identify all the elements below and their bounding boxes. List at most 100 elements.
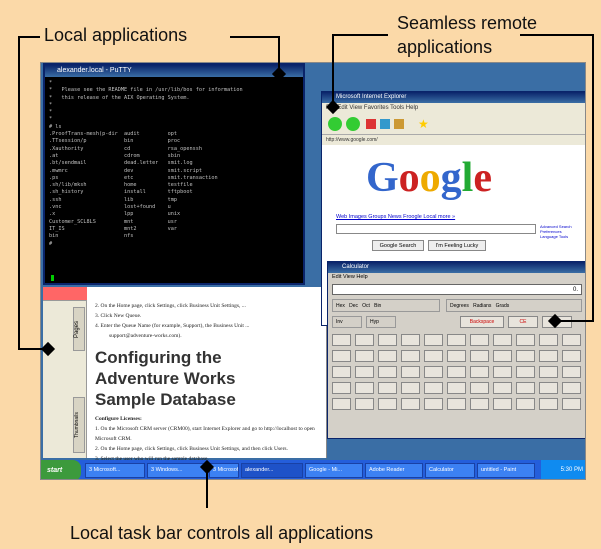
taskbar-item-2[interactable]: 3 Windows... xyxy=(147,463,207,478)
inv-checkbox[interactable]: Inv xyxy=(332,316,362,328)
taskbar-item-5[interactable]: Google - Mi... xyxy=(305,463,363,478)
calculator-key[interactable] xyxy=(447,382,466,394)
back-icon[interactable] xyxy=(328,117,342,131)
calculator-key[interactable] xyxy=(332,366,351,378)
calculator-key[interactable] xyxy=(516,398,535,410)
hyp-checkbox[interactable]: Hyp xyxy=(366,316,396,328)
taskbar-item-3[interactable]: 3 Microsoft... xyxy=(209,463,239,478)
calculator-key[interactable] xyxy=(378,366,397,378)
thumbnails-tab[interactable]: Thumbnails xyxy=(73,397,85,453)
calculator-key[interactable] xyxy=(332,334,351,346)
calculator-key[interactable] xyxy=(516,350,535,362)
calculator-key[interactable] xyxy=(424,334,443,346)
calculator-key[interactable] xyxy=(539,398,558,410)
calculator-key[interactable] xyxy=(332,350,351,362)
radix-oct[interactable]: Oct xyxy=(362,303,370,309)
calculator-key[interactable] xyxy=(562,398,581,410)
taskbar-item-1[interactable]: 3 Microsoft... xyxy=(85,463,145,478)
calculator-key[interactable] xyxy=(539,366,558,378)
putty-titlebar[interactable]: alexander.local - PuTTY xyxy=(45,65,303,77)
calculator-key[interactable] xyxy=(378,398,397,410)
calculator-key[interactable] xyxy=(516,382,535,394)
stop-icon[interactable] xyxy=(366,119,376,129)
calculator-key[interactable] xyxy=(562,366,581,378)
taskbar-item-6[interactable]: Adobe Reader xyxy=(365,463,423,478)
document-viewer-window: Pages Thumbnails 2. On the Home page, cl… xyxy=(43,287,327,462)
calculator-key[interactable] xyxy=(516,334,535,346)
calculator-key[interactable] xyxy=(470,382,489,394)
calculator-key[interactable] xyxy=(378,334,397,346)
calculator-key[interactable] xyxy=(493,398,512,410)
start-button[interactable]: start xyxy=(41,460,81,479)
calculator-key[interactable] xyxy=(562,382,581,394)
calculator-key[interactable] xyxy=(470,366,489,378)
home-icon[interactable] xyxy=(394,119,404,129)
calculator-key[interactable] xyxy=(332,382,351,394)
calculator-key[interactable] xyxy=(332,398,351,410)
radix-dec[interactable]: Dec xyxy=(349,303,358,309)
calculator-key[interactable] xyxy=(493,382,512,394)
calculator-key[interactable] xyxy=(401,382,420,394)
calculator-key[interactable] xyxy=(562,334,581,346)
calculator-key[interactable] xyxy=(470,350,489,362)
refresh-icon[interactable] xyxy=(380,119,390,129)
calculator-key[interactable] xyxy=(424,366,443,378)
calculator-key[interactable] xyxy=(355,366,374,378)
calculator-key[interactable] xyxy=(378,350,397,362)
logo-g2: g xyxy=(440,155,462,201)
taskbar-item-4[interactable]: alexander... xyxy=(241,463,303,478)
ie-address-bar[interactable]: http://www.google.com/ xyxy=(322,135,585,145)
calculator-key[interactable] xyxy=(424,382,443,394)
remote-applications-label-line2: applications xyxy=(397,37,493,57)
calculator-key[interactable] xyxy=(493,350,512,362)
radix-hex[interactable]: Hex xyxy=(336,303,345,309)
google-search-input[interactable] xyxy=(336,224,536,234)
backspace-button[interactable]: Backspace xyxy=(460,316,504,328)
feeling-lucky-button[interactable]: I'm Feeling Lucky xyxy=(428,240,486,251)
calculator-key[interactable] xyxy=(401,350,420,362)
language-tools-link[interactable]: Language Tools xyxy=(540,234,572,239)
calculator-key[interactable] xyxy=(447,366,466,378)
google-nav-links[interactable]: Web Images Groups News Froogle Local mor… xyxy=(336,214,455,220)
calculator-key[interactable] xyxy=(355,350,374,362)
calculator-key[interactable] xyxy=(516,366,535,378)
calculator-key[interactable] xyxy=(539,334,558,346)
calculator-key[interactable] xyxy=(401,366,420,378)
calculator-key[interactable] xyxy=(378,382,397,394)
calculator-titlebar[interactable]: Calculator xyxy=(328,262,585,273)
calculator-key[interactable] xyxy=(424,350,443,362)
calculator-window[interactable]: Calculator Edit View Help 0. Hex Dec Oct… xyxy=(327,261,585,439)
taskbar-item-7[interactable]: Calculator xyxy=(425,463,475,478)
ce-button[interactable]: CE xyxy=(508,316,538,328)
calculator-key[interactable] xyxy=(562,350,581,362)
calculator-key[interactable] xyxy=(493,334,512,346)
ie-titlebar[interactable]: Microsoft Internet Explorer xyxy=(322,92,585,103)
angle-grads[interactable]: Grads xyxy=(496,303,510,309)
calculator-key[interactable] xyxy=(539,350,558,362)
calculator-key[interactable] xyxy=(424,398,443,410)
calculator-key[interactable] xyxy=(447,398,466,410)
calculator-key[interactable] xyxy=(447,350,466,362)
ie-menubar[interactable]: File Edit View Favorites Tools Help xyxy=(322,103,585,113)
angle-degrees[interactable]: Degrees xyxy=(450,303,469,309)
calculator-key[interactable] xyxy=(355,334,374,346)
calculator-key[interactable] xyxy=(539,382,558,394)
calculator-key[interactable] xyxy=(355,398,374,410)
google-search-button[interactable]: Google Search xyxy=(372,240,424,251)
favorites-icon[interactable]: ★ xyxy=(418,118,430,130)
pages-tab[interactable]: Pages xyxy=(73,307,85,351)
calculator-key[interactable] xyxy=(355,382,374,394)
calculator-key[interactable] xyxy=(470,334,489,346)
calculator-key[interactable] xyxy=(401,398,420,410)
calculator-key[interactable] xyxy=(493,366,512,378)
taskbar-item-8[interactable]: untitled - Paint xyxy=(477,463,535,478)
forward-icon[interactable] xyxy=(346,117,360,131)
calculator-key[interactable] xyxy=(447,334,466,346)
radix-bin[interactable]: Bin xyxy=(374,303,381,309)
putty-terminal-window[interactable]: alexander.local - PuTTY * * Please see t… xyxy=(43,63,305,285)
calculator-key[interactable] xyxy=(470,398,489,410)
calculator-key[interactable] xyxy=(401,334,420,346)
angle-radians[interactable]: Radians xyxy=(473,303,491,309)
calculator-menubar[interactable]: Edit View Help xyxy=(328,273,585,282)
terminal-output[interactable]: * * Please see the README file in /usr/l… xyxy=(45,77,303,251)
